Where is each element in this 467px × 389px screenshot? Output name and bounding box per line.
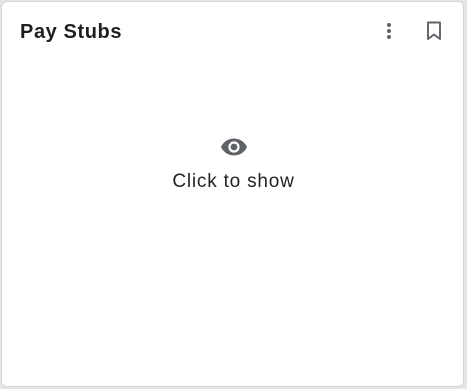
card-title: Pay Stubs (20, 21, 123, 43)
bookmark-button[interactable] (421, 18, 447, 44)
click-to-show-area[interactable]: Click to show (2, 137, 465, 193)
click-to-show-label: Click to show (172, 171, 295, 192)
pay-stubs-card: Pay Stubs Click to show (1, 1, 464, 387)
more-vert-icon (387, 23, 391, 39)
more-options-button[interactable] (376, 18, 402, 44)
bookmark-outline-icon (427, 21, 441, 40)
eye-icon (220, 138, 247, 156)
